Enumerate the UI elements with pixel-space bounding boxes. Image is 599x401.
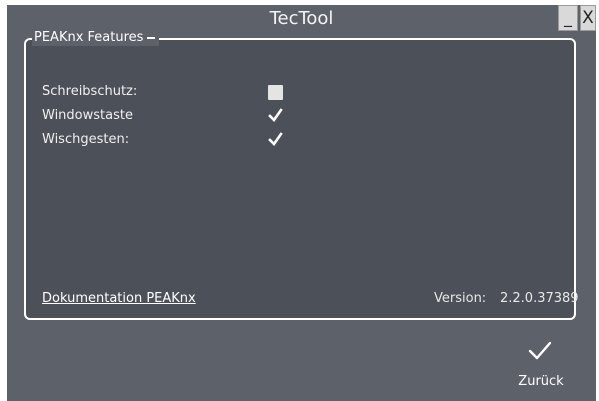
group-legend-text: PEAKnx Features <box>34 30 144 45</box>
minimize-button[interactable]: _ <box>558 5 578 31</box>
back-button-label: Zurück <box>518 374 564 389</box>
check-icon <box>268 108 283 123</box>
checkmark-icon <box>528 341 552 360</box>
option-wischgesten-label: Wischgesten: <box>42 132 130 147</box>
schreibschutz-checkbox[interactable] <box>268 85 283 100</box>
group-legend: PEAKnx Features <box>32 30 160 46</box>
version-label: Version: <box>434 291 487 306</box>
windowstaste-checkbox[interactable] <box>268 108 283 123</box>
tectool-window: TecTool _ X PEAKnx Features Schreibschut… <box>7 5 596 401</box>
check-icon <box>268 132 283 147</box>
documentation-link[interactable]: Dokumentation PEAKnx <box>42 290 196 308</box>
version-value: 2.2.0.37389 <box>500 291 579 306</box>
features-group: PEAKnx Features Schreibschutz: Windowsta… <box>24 30 579 320</box>
legend-divider <box>147 36 156 39</box>
option-schreibschutz-label: Schreibschutz: <box>42 84 138 99</box>
window-title: TecTool <box>269 8 334 29</box>
wischgesten-checkbox[interactable] <box>268 132 283 147</box>
option-windowstaste-label: Windowstaste <box>42 108 133 123</box>
close-button[interactable]: X <box>580 5 596 31</box>
back-button[interactable]: Zurück <box>507 337 575 397</box>
